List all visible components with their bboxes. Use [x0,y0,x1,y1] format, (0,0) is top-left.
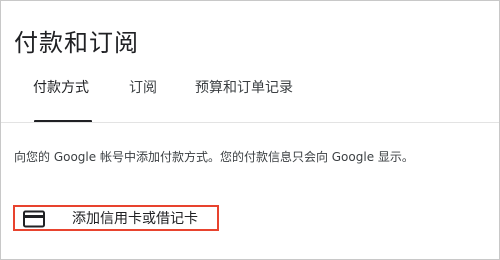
payments-subscriptions-page: 付款和订阅 付款方式 订阅 预算和订单记录 向您的 Google 帐号中添加付款… [0,0,500,260]
add-card-label: 添加信用卡或借记卡 [72,211,198,227]
add-card-button[interactable]: 添加信用卡或借记卡 [13,205,219,231]
tab-payment-methods[interactable]: 付款方式 [33,78,89,98]
page-title: 付款和订阅 [14,29,139,58]
payment-methods-description: 向您的 Google 帐号中添加付款方式。您的付款信息只会向 Google 显示… [14,150,414,164]
tab-divider [1,122,499,123]
tab-budget-order-history[interactable]: 预算和订单记录 [195,78,293,98]
credit-card-icon [23,210,45,228]
tab-subscriptions[interactable]: 订阅 [129,78,157,98]
